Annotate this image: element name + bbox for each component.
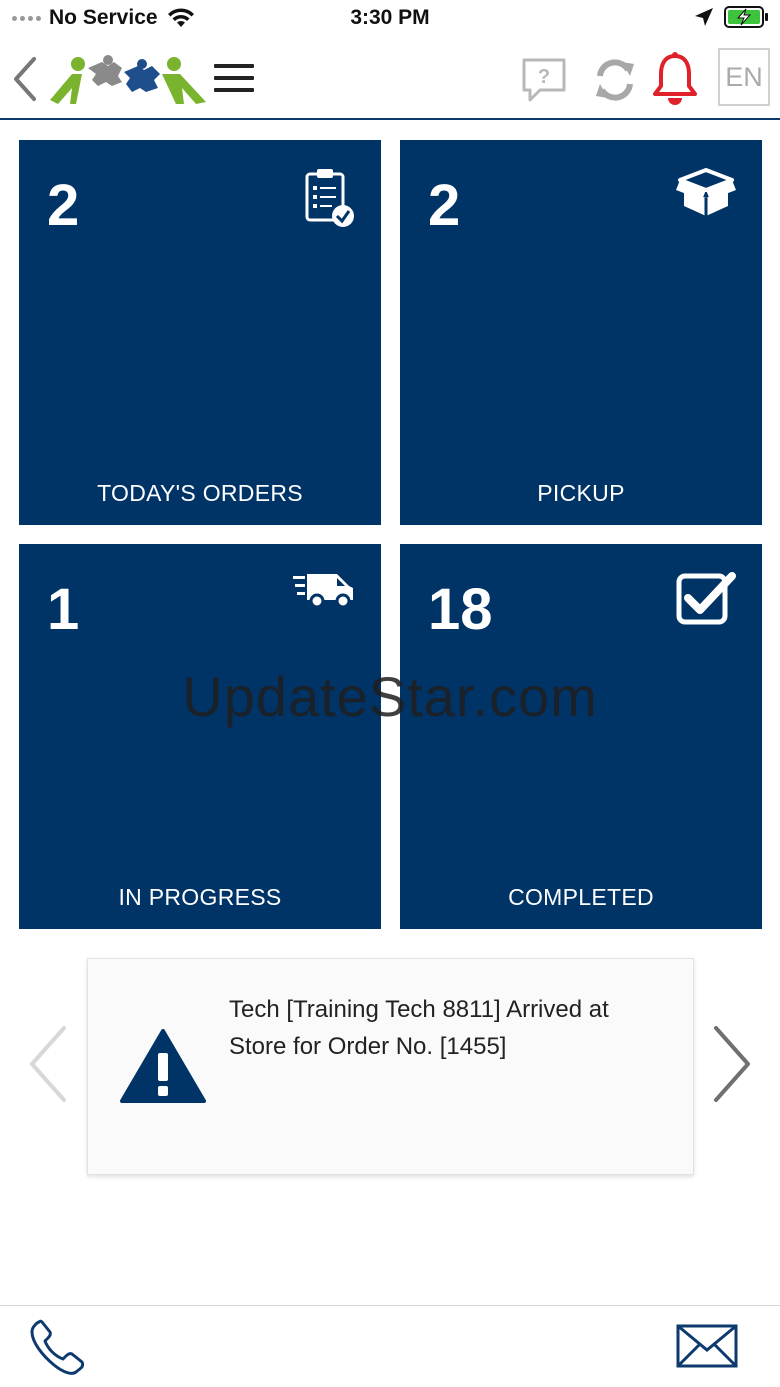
tile-label: IN PROGRESS: [118, 884, 282, 910]
completed-tile[interactable]: 18 COMPLETED: [400, 544, 762, 929]
tile-label: TODAY'S ORDERS: [97, 480, 303, 506]
clipboard-check-icon: [305, 169, 354, 227]
carousel-prev-chevron-icon[interactable]: [26, 1024, 70, 1104]
tile-label: PICKUP: [537, 480, 625, 506]
company-logo: [50, 55, 206, 104]
tile-count: 2: [47, 173, 80, 238]
mail-envelope-icon[interactable]: [676, 1324, 738, 1368]
back-chevron-icon[interactable]: [10, 56, 40, 102]
notification-card[interactable]: Tech [Training Tech 8811] Arrived at Sto…: [87, 958, 694, 1175]
in-progress-tile[interactable]: 1 IN PROGRESS: [19, 544, 381, 929]
status-right: [694, 6, 770, 28]
tile-label: COMPLETED: [508, 884, 654, 910]
tile-count: 18: [428, 577, 493, 642]
svg-text:?: ?: [538, 66, 550, 88]
language-button[interactable]: EN: [718, 48, 770, 106]
help-chat-icon[interactable]: ?: [520, 56, 568, 104]
hamburger-menu-icon[interactable]: [214, 64, 254, 96]
app-header: ? EN: [0, 40, 780, 120]
carousel-next-chevron-icon[interactable]: [710, 1024, 754, 1104]
tile-count: 2: [428, 173, 461, 238]
todays-orders-tile[interactable]: 2 TODAY'S ORDERS: [19, 140, 381, 525]
status-bar: No Service 3:30 PM: [0, 0, 780, 40]
location-arrow-icon: [695, 8, 713, 26]
refresh-icon[interactable]: [592, 56, 638, 104]
battery-charging-icon: [724, 6, 768, 28]
open-box-icon: [676, 168, 736, 216]
notification-bell-icon[interactable]: [652, 52, 698, 106]
pickup-tile[interactable]: 2 PICKUP: [400, 140, 762, 525]
tile-count: 1: [47, 577, 80, 642]
checkbox-icon: [676, 572, 736, 625]
bottom-bar: [0, 1305, 780, 1387]
delivery-truck-icon: [293, 574, 353, 609]
status-time: 3:30 PM: [350, 6, 430, 29]
notification-message: Tech [Training Tech 8811] Arrived at Sto…: [229, 996, 609, 1060]
phone-icon[interactable]: [28, 1318, 86, 1376]
warning-icon: [120, 1029, 206, 1103]
